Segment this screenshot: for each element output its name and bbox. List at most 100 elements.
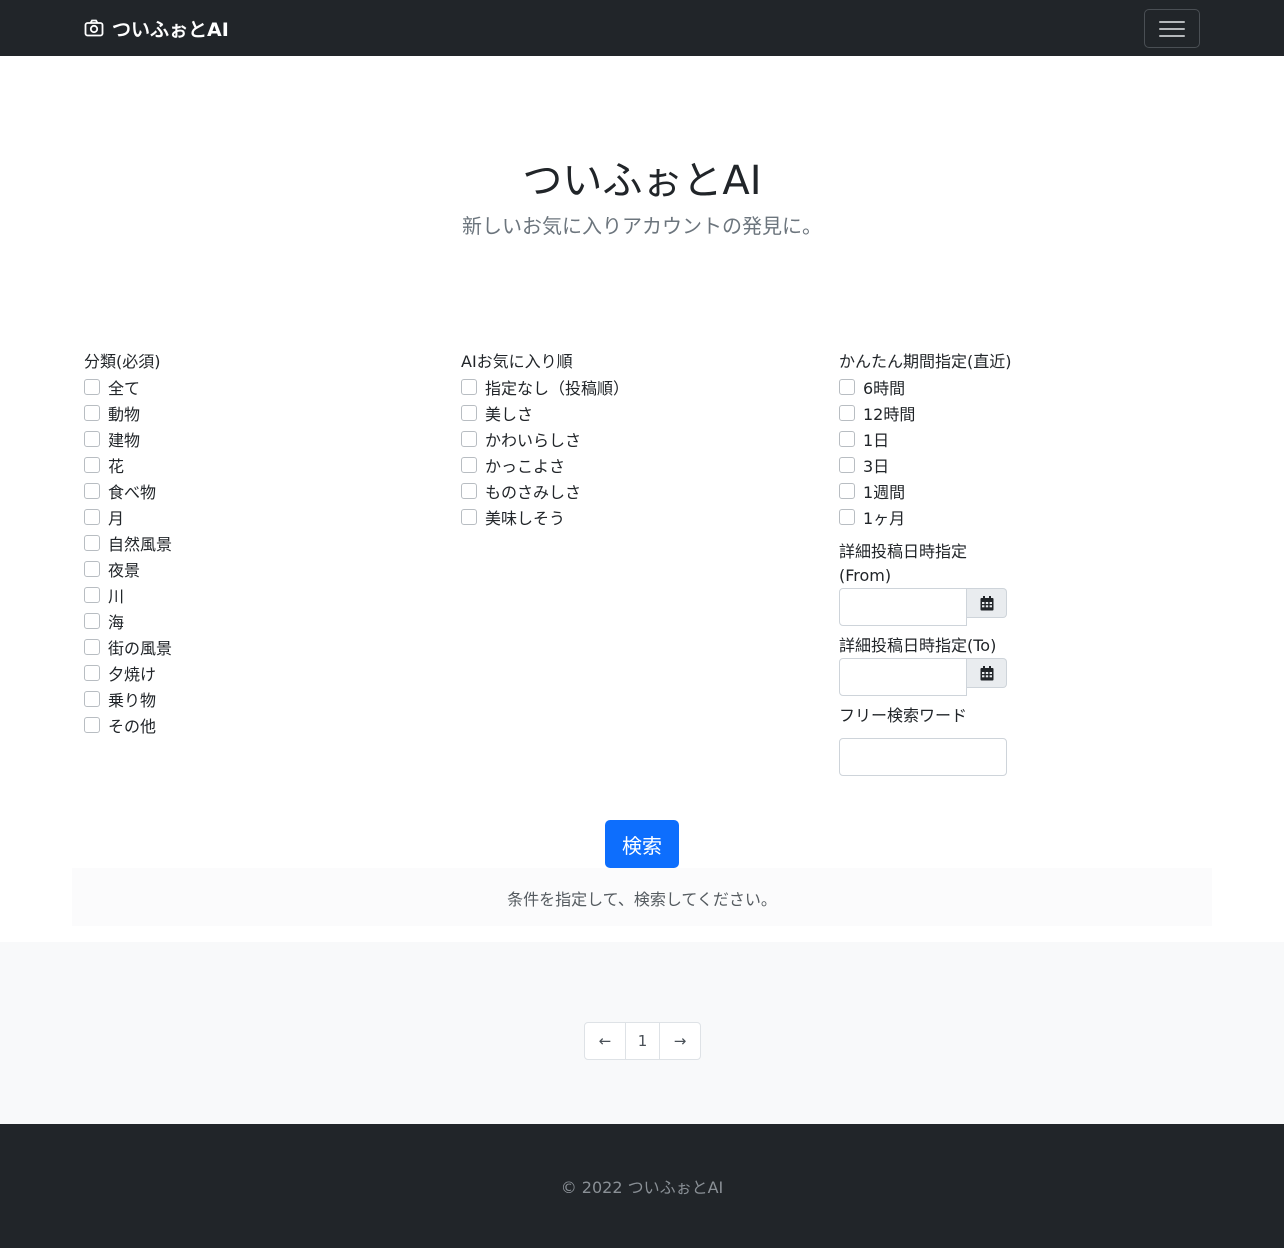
ai-order-option[interactable]: 指定なし（投稿順） xyxy=(461,374,801,400)
category-option-label: その他 xyxy=(108,717,157,736)
category-option-label: 自然風景 xyxy=(108,535,173,554)
detail-from-calendar-button[interactable] xyxy=(967,588,1007,618)
category-option-label: 川 xyxy=(108,587,125,606)
category-checkbox[interactable] xyxy=(84,405,100,421)
pagination-next[interactable]: → xyxy=(660,1023,700,1059)
category-checkbox[interactable] xyxy=(84,691,100,707)
category-checkbox[interactable] xyxy=(84,587,100,603)
ai-order-option[interactable]: 美味しそう xyxy=(461,504,801,530)
category-option-label: 建物 xyxy=(108,431,141,450)
brand-link[interactable]: ついふぉとAI xyxy=(84,14,229,42)
category-options: 全て動物建物花食べ物月自然風景夜景川海街の風景夕焼け乗り物その他 xyxy=(84,374,424,738)
calendar-icon xyxy=(980,665,993,680)
period-option-label: 1週間 xyxy=(863,483,906,502)
category-option[interactable]: 乗り物 xyxy=(84,686,424,712)
category-option[interactable]: 花 xyxy=(84,452,424,478)
brand-text: ついふぉとAI xyxy=(112,18,229,41)
category-option[interactable]: 全て xyxy=(84,374,424,400)
search-button[interactable]: 検索 xyxy=(605,820,679,868)
detail-to-label: 詳細投稿日時指定(To) xyxy=(839,636,997,655)
period-checkbox[interactable] xyxy=(839,509,855,525)
ai-order-group: AIお気に入り順 指定なし（投稿順） 美しさかわいらしさ かっこよさものさみしさ 美味… xyxy=(461,350,801,530)
category-option[interactable]: 海 xyxy=(84,608,424,634)
category-option-label: 街の風景 xyxy=(108,639,173,658)
category-checkbox[interactable] xyxy=(84,457,100,473)
category-option[interactable]: 建物 xyxy=(84,426,424,452)
ai-order-option-label: 美味しそう xyxy=(485,509,566,528)
period-checkbox[interactable] xyxy=(839,457,855,473)
pagination-prev[interactable]: ← xyxy=(585,1023,626,1059)
category-option-label: 月 xyxy=(108,509,125,528)
ai-order-option-label: 指定なし（投稿順） xyxy=(485,379,630,398)
category-option[interactable]: 月 xyxy=(84,504,424,530)
period-option[interactable]: 1ヶ月 xyxy=(839,504,1199,530)
hero-subtitle: 新しいお気に入りアカウントの発見に。 xyxy=(462,214,822,238)
pagination-page[interactable]: 1 xyxy=(626,1023,660,1059)
period-option[interactable]: 6時間 xyxy=(839,374,1199,400)
pagination: ← 1 → xyxy=(584,1022,701,1060)
ai-order-option-label: ものさみしさ xyxy=(485,483,582,502)
navbar-toggle-button[interactable] xyxy=(1144,9,1200,48)
category-option-label: 花 xyxy=(108,457,125,476)
ai-order-checkbox[interactable] xyxy=(461,379,477,395)
ai-order-checkbox[interactable] xyxy=(461,457,477,473)
period-checkbox[interactable] xyxy=(839,405,855,421)
category-option[interactable]: その他 xyxy=(84,712,424,738)
ai-order-checkbox[interactable] xyxy=(461,509,477,525)
category-option[interactable]: 動物 xyxy=(84,400,424,426)
search-hint: 条件を指定して、検索してください。 xyxy=(507,890,777,909)
ai-order-option[interactable]: かわいらしさ xyxy=(461,426,801,452)
period-option[interactable]: 3日 xyxy=(839,452,1199,478)
free-word-label: フリー検索ワード xyxy=(839,706,968,725)
hero-title: ついふぉとAI xyxy=(522,158,762,204)
category-checkbox[interactable] xyxy=(84,379,100,395)
category-option-label: 海 xyxy=(108,613,125,632)
category-checkbox[interactable] xyxy=(84,535,100,551)
period-checkbox[interactable] xyxy=(839,379,855,395)
detail-to-row xyxy=(839,658,1199,696)
category-checkbox[interactable] xyxy=(84,483,100,499)
period-option-label: 1日 xyxy=(863,431,890,450)
navbar: ついふぉとAI xyxy=(0,0,1284,56)
ai-order-option[interactable]: かっこよさ xyxy=(461,452,801,478)
detail-to-input[interactable] xyxy=(839,658,967,696)
calendar-icon xyxy=(980,595,993,610)
period-checkbox[interactable] xyxy=(839,431,855,447)
category-option[interactable]: 食べ物 xyxy=(84,478,424,504)
category-group: 分類(必須) 全て 動物 建物花食べ物月自然風景 夜景川海街の風景 夕焼け 乗り物 その他 xyxy=(84,350,424,738)
category-option[interactable]: 自然風景 xyxy=(84,530,424,556)
category-option-label: 食べ物 xyxy=(108,483,157,502)
ai-order-option-label: かわいらしさ xyxy=(485,431,582,450)
category-option-label: 全て xyxy=(108,379,141,398)
category-checkbox[interactable] xyxy=(84,717,100,733)
category-option[interactable]: 夕焼け xyxy=(84,660,424,686)
category-checkbox[interactable] xyxy=(84,639,100,655)
category-checkbox[interactable] xyxy=(84,509,100,525)
ai-order-label: AIお気に入り順 xyxy=(461,352,573,371)
ai-order-option-label: かっこよさ xyxy=(485,457,566,476)
ai-order-option[interactable]: ものさみしさ xyxy=(461,478,801,504)
detail-from-input[interactable] xyxy=(839,588,967,626)
category-checkbox[interactable] xyxy=(84,665,100,681)
category-option[interactable]: 街の風景 xyxy=(84,634,424,660)
category-option-label: 夕焼け xyxy=(108,665,157,684)
category-checkbox[interactable] xyxy=(84,613,100,629)
category-option[interactable]: 川 xyxy=(84,582,424,608)
ai-order-option[interactable]: 美しさ xyxy=(461,400,801,426)
free-word-input[interactable] xyxy=(839,738,1007,776)
detail-to-calendar-button[interactable] xyxy=(967,658,1007,688)
period-option[interactable]: 1週間 xyxy=(839,478,1199,504)
ai-order-checkbox[interactable] xyxy=(461,431,477,447)
category-checkbox[interactable] xyxy=(84,431,100,447)
period-option[interactable]: 12時間 xyxy=(839,400,1199,426)
period-option[interactable]: 1日 xyxy=(839,426,1199,452)
period-options: 6時間 12時間 1日 3日 1週間 1ヶ月 xyxy=(839,374,1199,530)
ai-order-checkbox[interactable] xyxy=(461,483,477,499)
category-option[interactable]: 夜景 xyxy=(84,556,424,582)
footer: © 2022 ついふぉとAI xyxy=(0,1124,1284,1248)
period-checkbox[interactable] xyxy=(839,483,855,499)
ai-order-checkbox[interactable] xyxy=(461,405,477,421)
period-option-label: 1ヶ月 xyxy=(863,509,906,528)
ai-order-option-label: 美しさ xyxy=(485,405,534,424)
category-checkbox[interactable] xyxy=(84,561,100,577)
